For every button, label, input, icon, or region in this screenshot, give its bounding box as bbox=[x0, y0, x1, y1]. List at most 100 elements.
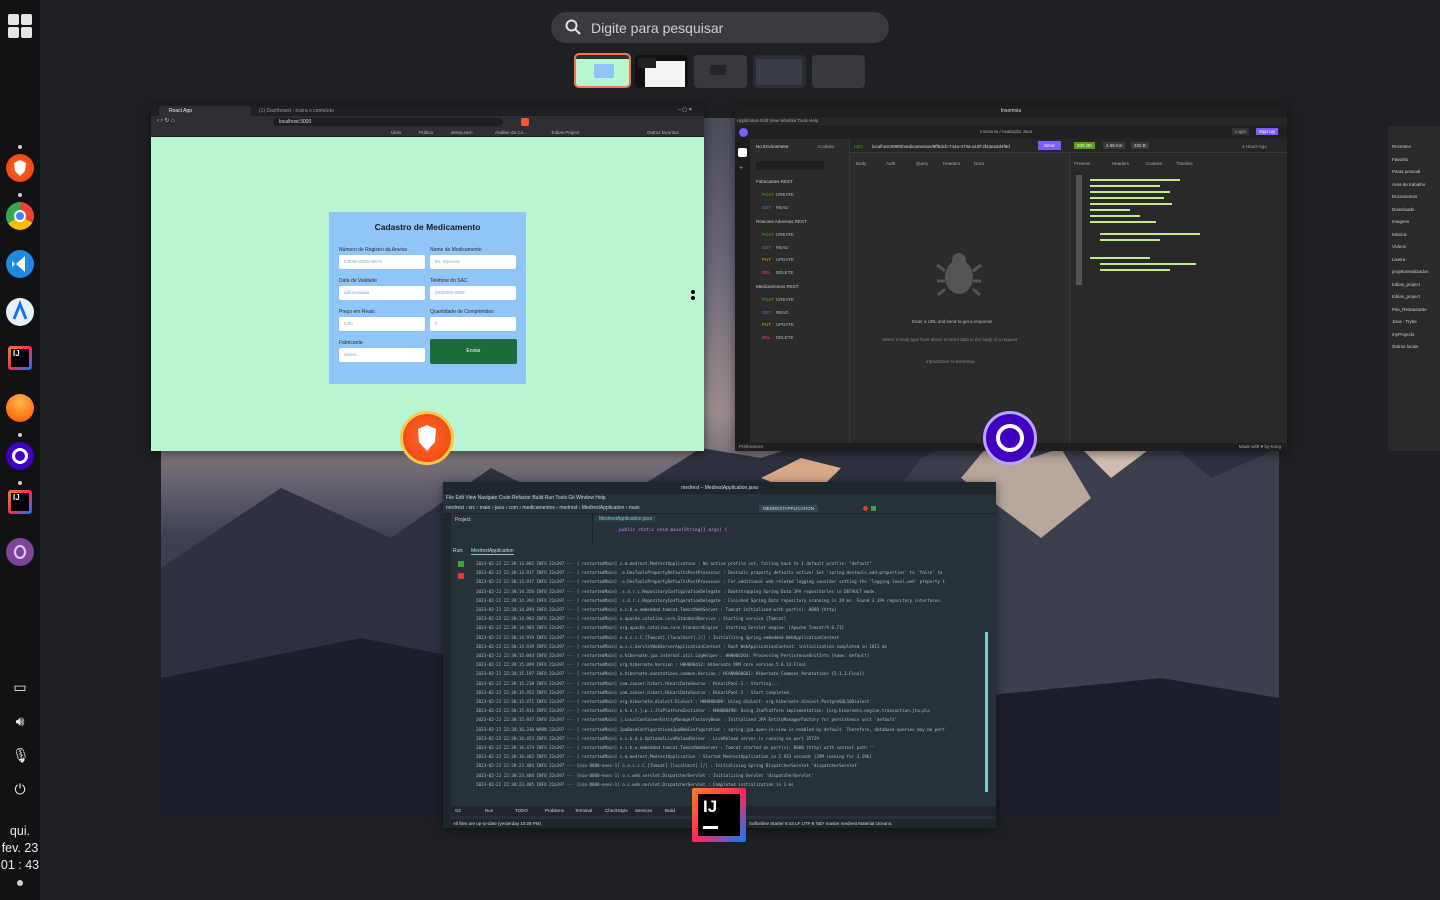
res-tab-headers[interactable]: Headers bbox=[1112, 161, 1129, 166]
files-sidebar-item[interactable]: Documentos bbox=[1392, 194, 1417, 199]
breadcrumb[interactable]: Insomnia / Avaliação Java bbox=[980, 129, 1032, 134]
search-bar[interactable] bbox=[551, 12, 889, 43]
run-icon[interactable] bbox=[871, 506, 876, 511]
cookies-button[interactable]: Cookies bbox=[818, 144, 834, 149]
tool-window-tab[interactable]: TODO bbox=[515, 808, 528, 813]
send-button[interactable]: Send bbox=[1038, 141, 1061, 150]
scrollbar[interactable] bbox=[985, 632, 988, 792]
files-sidebar-item[interactable]: myProjects bbox=[1392, 332, 1414, 337]
res-tab-cookies[interactable]: Cookies bbox=[1146, 161, 1162, 166]
bookmark[interactable]: Análise da Co... bbox=[495, 128, 527, 137]
files-sidebar-item[interactable]: Recentes bbox=[1392, 144, 1411, 149]
power-icon[interactable]: ⏻ bbox=[12, 781, 28, 797]
signup-button[interactable]: Sign Up bbox=[1256, 128, 1279, 135]
qty-input[interactable]: 0 bbox=[430, 317, 516, 331]
filter-input[interactable] bbox=[756, 161, 824, 170]
folder-item[interactable]: Fabricantes REST bbox=[756, 179, 793, 184]
submit-button[interactable]: Enviar bbox=[430, 339, 517, 364]
req-tab-auth[interactable]: Auth bbox=[886, 161, 895, 166]
req-tab-query[interactable]: Query bbox=[916, 161, 928, 166]
request-item[interactable]: CREATE bbox=[776, 297, 794, 302]
files-sidebar-item[interactable]: Área de trabalho bbox=[1392, 182, 1425, 187]
files-sidebar-item[interactable]: Outros locais bbox=[1392, 344, 1418, 349]
history-dropdown[interactable]: 3 Hours Ago bbox=[1242, 144, 1267, 149]
workspace-thumbnail-3[interactable] bbox=[694, 55, 747, 88]
files-sidebar-item[interactable]: Lixeira bbox=[1392, 257, 1405, 262]
android-studio-icon[interactable] bbox=[6, 298, 34, 326]
tool-window-tab[interactable]: Problems bbox=[545, 808, 564, 813]
files-sidebar-item[interactable]: projetosrealizados bbox=[1392, 269, 1429, 274]
volume-icon[interactable]: 🔊︎ bbox=[12, 713, 28, 729]
method-select[interactable]: GET bbox=[854, 144, 863, 149]
workspace-thumbnail-2[interactable] bbox=[635, 55, 688, 88]
brave-icon[interactable] bbox=[400, 411, 454, 465]
files-sidebar-item[interactable]: Imagens bbox=[1392, 219, 1409, 224]
request-item[interactable]: DELETE bbox=[776, 335, 794, 340]
tool-window-tab[interactable]: Terminal bbox=[575, 808, 592, 813]
bookmark[interactable]: Prática bbox=[419, 128, 433, 137]
menu-bar[interactable]: File Edit View Navigate Code Refactor Bu… bbox=[443, 494, 996, 503]
brave-icon[interactable] bbox=[6, 154, 34, 182]
display-icon[interactable]: ▭ bbox=[12, 679, 28, 695]
window-controls[interactable]: – ▢ ✕ bbox=[678, 107, 700, 114]
tool-window-tab[interactable]: Run bbox=[485, 808, 493, 813]
project-tab[interactable]: Project bbox=[455, 517, 471, 523]
folder-item[interactable]: Reacoes Adversas REST bbox=[756, 219, 807, 224]
request-item[interactable]: READ bbox=[776, 205, 789, 210]
brave-shield-icon[interactable] bbox=[521, 118, 529, 126]
files-sidebar-item[interactable]: Vídeos bbox=[1392, 244, 1406, 249]
environment-select[interactable]: No Environment bbox=[756, 144, 788, 149]
folder-item[interactable]: Medicamentos REST bbox=[756, 284, 799, 289]
browser-tab[interactable]: (1) Dashboard - Insira o conteúdo bbox=[255, 106, 335, 116]
nav-buttons[interactable]: ‹ › ↻ ⌂ bbox=[157, 117, 175, 124]
workspace-thumbnail-1[interactable] bbox=[574, 53, 631, 88]
url-input[interactable]: localhost:8080/medicamentos/9ff9dcb-744a… bbox=[872, 144, 1032, 149]
intellij-icon[interactable]: IJ bbox=[8, 346, 32, 370]
anvisa-input[interactable]: 0.0000.0000.000-0 bbox=[339, 255, 425, 269]
stop-icon[interactable] bbox=[863, 506, 868, 511]
bookmark[interactable]: Úteis bbox=[391, 128, 401, 137]
chrome-icon[interactable] bbox=[6, 202, 34, 230]
intellij-icon[interactable]: IJ bbox=[8, 490, 32, 514]
files-sidebar-item[interactable]: Downloads bbox=[1392, 207, 1414, 212]
clock-day[interactable]: qui. bbox=[0, 823, 40, 840]
address-bar[interactable]: localhost:3000 bbox=[273, 118, 503, 126]
tool-window-tab[interactable]: Git bbox=[455, 808, 461, 813]
workspace-thumbnail-5[interactable] bbox=[812, 55, 865, 88]
tool-window-tab[interactable]: Build bbox=[665, 808, 675, 813]
home-icon[interactable] bbox=[738, 148, 747, 157]
tool-window-tab[interactable]: Services bbox=[635, 808, 652, 813]
intellij-window[interactable]: medrest – MedrestApplication.java File E… bbox=[443, 482, 996, 828]
rerun-icon[interactable] bbox=[458, 561, 464, 567]
login-button[interactable]: Login bbox=[1232, 128, 1250, 135]
editor-tab[interactable]: MedrestApplication.java bbox=[595, 516, 657, 522]
req-tab-headers[interactable]: Headers bbox=[943, 161, 960, 166]
stop-icon[interactable] bbox=[458, 573, 464, 579]
clock-date[interactable]: fev. 23 bbox=[0, 840, 40, 857]
preferences-button[interactable]: Preferences bbox=[739, 444, 763, 449]
validity-input[interactable]: dd/mm/aaaa bbox=[339, 286, 425, 300]
insomnia-icon[interactable] bbox=[983, 411, 1037, 465]
req-tab-docs[interactable]: Docs bbox=[974, 161, 984, 166]
firefox-icon[interactable] bbox=[6, 394, 34, 422]
files-sidebar-item[interactable]: Java - Trybe bbox=[1392, 319, 1417, 324]
request-item[interactable]: UPDATE bbox=[776, 257, 794, 262]
browser-window[interactable]: React App (1) Dashboard - Insira o conte… bbox=[151, 105, 704, 451]
add-icon[interactable]: + bbox=[739, 165, 743, 172]
intro-link[interactable]: Introduction to Insomnia bbox=[926, 359, 974, 364]
bookmark[interactable]: deepLearn bbox=[451, 128, 473, 137]
request-item[interactable]: DELETE bbox=[776, 270, 794, 275]
files-sidebar-item[interactable]: Favorito bbox=[1392, 157, 1408, 162]
res-tab-timeline[interactable]: Timeline bbox=[1176, 161, 1193, 166]
files-sidebar-item[interactable]: tobias_project bbox=[1392, 294, 1420, 299]
clock-time[interactable]: 01 : 43 bbox=[0, 857, 40, 874]
microphone-icon[interactable]: 🎙︎ bbox=[12, 747, 30, 763]
files-sidebar-item[interactable]: Pasta pessoal bbox=[1392, 169, 1420, 174]
phone-input[interactable]: (00)0000-0000 bbox=[430, 286, 516, 300]
insomnia-window[interactable]: Insomnia Application Edit View Window To… bbox=[735, 105, 1287, 451]
files-window[interactable]: Recentes Favorito Pasta pessoal Área de tra… bbox=[1388, 126, 1440, 451]
tor-browser-icon[interactable] bbox=[6, 538, 34, 566]
menu-bar[interactable]: Application Edit View Window Tools Help bbox=[735, 117, 1287, 125]
request-item[interactable]: CREATE bbox=[776, 232, 794, 237]
kebab-menu-icon[interactable] bbox=[691, 290, 695, 302]
